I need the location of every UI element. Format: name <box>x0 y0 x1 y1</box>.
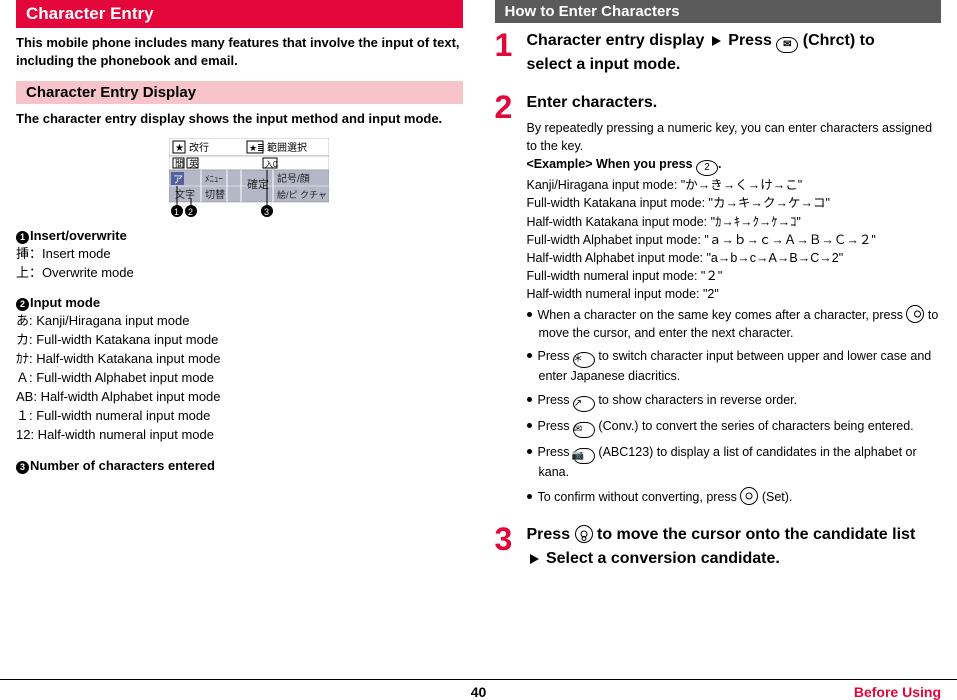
svg-text:確定: 確定 <box>247 177 269 191</box>
intro-paragraph: This mobile phone includes many features… <box>16 34 463 69</box>
svg-text:ﾒﾆｭｰ: ﾒﾆｭｰ <box>205 174 224 184</box>
character-entry-diagram: ★ 改行 ★≣ 範囲選択 間 英 入0 ア ﾒﾆｭｰ 確定 <box>169 138 309 218</box>
call-key-icon: ↗ <box>573 396 595 412</box>
block2-line: 12: Half-width numeral input mode <box>16 427 463 444</box>
bullet-1: When a character on the same key comes a… <box>527 305 942 342</box>
svg-text:★: ★ <box>175 143 184 154</box>
mode-line: Half-width numeral input mode: "2" <box>527 285 942 303</box>
bullet-6: To confirm without converting, press (Se… <box>527 487 942 507</box>
bullet-icon <box>527 449 532 454</box>
step-number: 2 <box>495 91 517 513</box>
step-2-intro: By repeatedly pressing a numeric key, yo… <box>527 119 942 155</box>
svg-text:記号/顔: 記号/顔 <box>277 172 310 185</box>
step-2: 2 Enter characters. By repeatedly pressi… <box>495 91 942 513</box>
block1-line: 挿：Insert mode <box>16 246 463 263</box>
section-heading-character-entry: Character Entry <box>16 0 463 28</box>
nav-down-key-icon <box>575 525 593 543</box>
mode-line: Full-width numeral input mode: "２" <box>527 267 942 285</box>
bullet-icon <box>527 312 532 317</box>
svg-text:1: 1 <box>174 207 179 217</box>
mode-line: Half-width Katakana input mode: "ｶ→ｷ→ｸ→ｹ… <box>527 213 942 231</box>
right-column: How to Enter Characters 1 Character entr… <box>479 0 957 658</box>
triangle-icon <box>712 36 721 46</box>
block2-line: AB: Half-width Alphabet input mode <box>16 389 463 406</box>
svg-text:0: 0 <box>273 160 278 169</box>
svg-text:英: 英 <box>189 158 198 169</box>
page-number: 40 <box>471 684 487 700</box>
display-intro: The character entry display shows the in… <box>16 110 463 128</box>
block2-line: カ: Full-width Katakana input mode <box>16 332 463 349</box>
center-key-icon <box>740 487 758 505</box>
bullet-icon <box>527 397 532 402</box>
svg-text:改行: 改行 <box>189 141 209 154</box>
left-column: Character Entry This mobile phone includ… <box>0 0 479 658</box>
subsection-heading-display: Character Entry Display <box>16 81 463 104</box>
block2-line: ｶﾅ: Half-width Katakana input mode <box>16 351 463 368</box>
mail-key-icon: ✉ <box>573 422 595 438</box>
svg-text:入: 入 <box>265 160 273 169</box>
svg-text:3: 3 <box>264 207 269 217</box>
section-heading-how-to-enter: How to Enter Characters <box>495 0 942 23</box>
bullet-icon <box>527 494 532 499</box>
svg-text:切替: 切替 <box>205 188 225 201</box>
step-1-heading: Character entry display Press ✉ (Chrct) … <box>527 29 942 77</box>
triangle-icon <box>530 554 539 564</box>
svg-text:間: 間 <box>175 159 184 169</box>
svg-text:2: 2 <box>188 207 193 217</box>
bullet-4: Press ✉ (Conv.) to convert the series of… <box>527 418 942 438</box>
star-key-icon: ＊ <box>573 352 595 368</box>
step-number: 3 <box>495 523 517 575</box>
svg-text:文字: 文字 <box>175 188 195 201</box>
bullet-3: Press ↗ to show characters in reverse or… <box>527 392 942 412</box>
bullet-2: Press ＊ to switch character input betwee… <box>527 348 942 386</box>
block2-line: Ａ: Full-width Alphabet input mode <box>16 370 463 387</box>
svg-text:範囲選択: 範囲選択 <box>267 141 307 154</box>
svg-text:★≣: ★≣ <box>249 143 265 153</box>
mail-key-icon: ✉ <box>776 37 798 53</box>
svg-text:ア: ア <box>173 175 183 186</box>
block1-line: 上：Overwrite mode <box>16 265 463 282</box>
key-2-icon: 2 <box>696 160 718 176</box>
mode-line: Half-width Alphabet input mode: "a→b→c→A… <box>527 249 942 267</box>
step-2-heading: Enter characters. <box>527 91 942 115</box>
block1-heading: 1Insert/overwrite <box>16 228 463 244</box>
block2-heading: 2Input mode <box>16 295 463 311</box>
bullet-icon <box>527 353 532 358</box>
mode-line: Full-width Katakana input mode: "カ→キ→ク→ケ… <box>527 194 942 212</box>
block2-line: あ: Kanji/Hiragana input mode <box>16 313 463 330</box>
camera-key-icon: 📷 <box>573 448 595 464</box>
step-1: 1 Character entry display Press ✉ (Chrct… <box>495 29 942 81</box>
bullet-icon <box>527 423 532 428</box>
footer-section-label: Before Using <box>854 684 941 700</box>
step-number: 1 <box>495 29 517 81</box>
mode-line: Kanji/Hiragana input mode: "か→き→く→け→こ" <box>527 176 942 194</box>
step-2-example-head: <Example> When you press 2. <box>527 155 942 176</box>
block3-heading: 3Number of characters entered <box>16 458 463 474</box>
block2-line: １: Full-width numeral input mode <box>16 408 463 425</box>
mode-line: Full-width Alphabet input mode: "ａ→ｂ→ｃ→Ａ… <box>527 231 942 249</box>
step-3: 3 Press to move the cursor onto the cand… <box>495 523 942 575</box>
nav-right-key-icon <box>906 305 924 323</box>
page-footer: 40 Before Using <box>0 679 957 684</box>
step-3-heading: Press to move the cursor onto the candid… <box>527 523 942 571</box>
svg-text:絵/ピ クチャ: 絵/ピ クチャ <box>277 189 327 200</box>
bullet-5: Press 📷 (ABC123) to display a list of ca… <box>527 444 942 482</box>
